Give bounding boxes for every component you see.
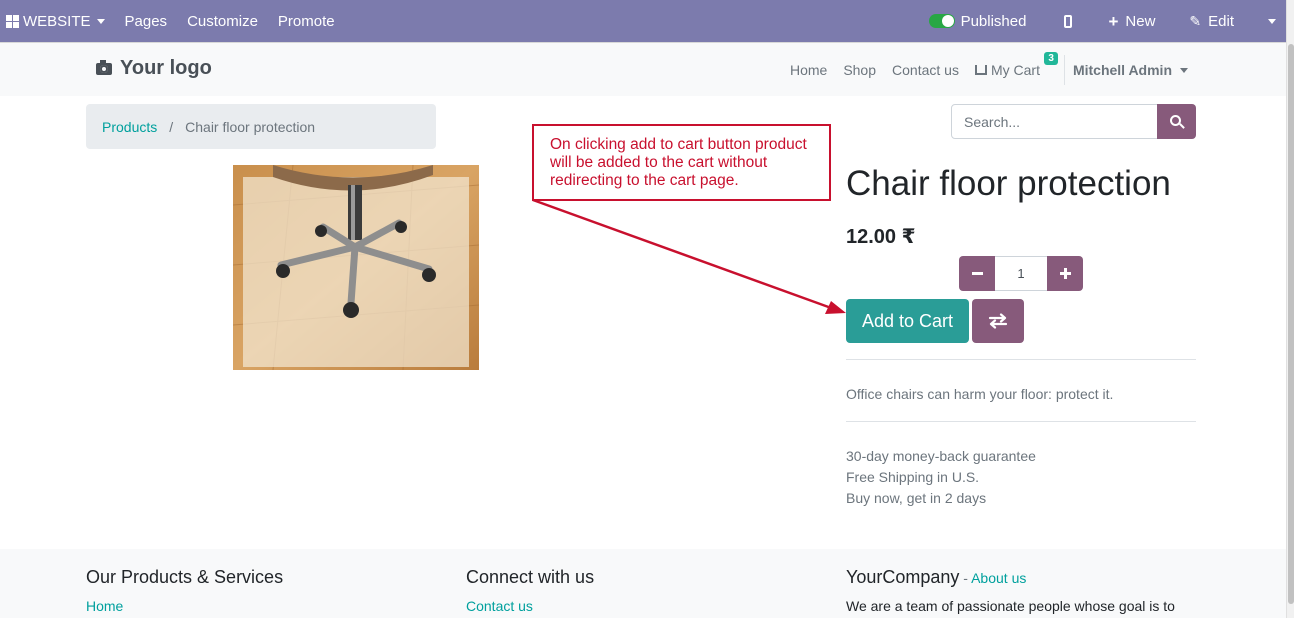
camera-icon [96,59,112,75]
footer-home-link[interactable]: Home [86,598,283,614]
product-description: Office chairs can harm your floor: prote… [846,386,1114,402]
edit-button[interactable]: ✎ Edit [1189,0,1234,42]
product-image [233,165,479,370]
user-menu[interactable]: Mitchell Admin [1073,62,1188,78]
footer-dash: - [963,570,968,586]
cart-label: My Cart [990,62,1040,78]
search-button[interactable] [1157,104,1196,139]
promote-menu[interactable]: Promote [278,0,335,42]
website-menu-label: WEBSITE [23,12,91,30]
nav-my-cart[interactable]: My Cart 3 [974,52,1058,78]
footer-about-link[interactable]: About us [971,570,1026,586]
exchange-icon [988,313,1008,329]
caret-down-icon [1268,18,1276,24]
product-title: Chair floor protection [846,164,1171,203]
pencil-icon: ✎ [1189,12,1202,29]
page-scrollbar[interactable] [1286,0,1294,618]
annotation-line: redirecting to the cart page. [550,172,739,189]
divider [846,421,1196,422]
logo-text: Your logo [120,57,212,79]
website-admin-bar: WEBSITE Pages Customize Promote Publishe… [0,0,1286,42]
footer-products-heading: Our Products & Services [86,567,284,587]
divider [846,359,1196,360]
footer-contact-link[interactable]: Contact us [466,598,594,614]
footer-company-name: YourCompany [846,567,960,587]
admin-right-tools: Published + New ✎ Edit [928,0,1286,42]
nav-home[interactable]: Home [790,62,827,78]
site-header: Your logo Home Shop Contact us My Cart 3… [0,42,1286,96]
search-icon [1170,115,1181,126]
publish-toggle[interactable]: Published [928,0,1027,42]
breadcrumb-products-link[interactable]: Products [102,119,157,135]
customize-menu[interactable]: Customize [187,0,258,42]
breadcrumb-separator: / [169,118,174,135]
published-label: Published [960,12,1027,30]
new-label: New [1125,12,1156,30]
footer-company-column: YourCompany - About us We are a team of … [846,567,1175,614]
plus-icon: + [1108,11,1119,31]
search-input[interactable] [951,104,1158,139]
breadcrumb-current: Chair floor protection [185,118,316,135]
breadcrumb: Products / Chair floor protection [86,104,436,149]
edit-label: Edit [1208,12,1234,30]
plus-icon [1059,268,1071,279]
shipping-line: Free Shipping in U.S. [846,469,980,485]
site-logo[interactable]: Your logo [96,57,212,80]
footer-connect-column: Connect with us Contact us [466,567,594,614]
product-price: 12.00 ₹ [846,226,916,248]
pages-menu[interactable]: Pages [125,0,168,42]
nav-divider [1063,55,1065,85]
website-menu-button[interactable]: WEBSITE [0,0,105,42]
new-button[interactable]: + New [1108,0,1155,42]
footer-products-column: Our Products & Services Home [86,567,283,614]
mobile-preview-icon[interactable] [1064,14,1073,28]
caret-down-icon [1180,67,1188,73]
annotation-line: will be added to the cart without [550,154,768,171]
caret-down-icon [96,18,105,24]
apps-grid-icon [6,14,19,28]
site-footer: Our Products & Services Home Connect wit… [0,549,1286,618]
footer-connect-heading: Connect with us [466,567,595,587]
nav-shop[interactable]: Shop [843,62,876,78]
quantity-increase-button[interactable] [1047,256,1083,291]
toggle-switch-icon[interactable] [928,14,955,28]
delivery-line: Buy now, get in 2 days [846,490,987,506]
footer-company-text: We are a team of passionate people whose… [846,598,1175,614]
compare-button[interactable] [972,299,1024,343]
quantity-input[interactable] [995,256,1047,291]
nav-contact[interactable]: Contact us [892,62,959,78]
more-dropdown[interactable] [1258,0,1286,42]
guarantee-line: 30-day money-back guarantee [846,448,1036,464]
cart-count-badge: 3 [1044,52,1058,65]
user-name: Mitchell Admin [1072,62,1172,78]
main-navigation: Home Shop Contact us My Cart 3 Mitchell … [774,43,1188,97]
annotation-line: On clicking add to cart button product [550,136,807,153]
shopping-cart-icon [974,65,987,75]
annotation-callout: On clicking add to cart button product w… [532,124,831,201]
minus-icon [971,272,983,275]
add-to-cart-button[interactable]: Add to Cart [846,299,969,343]
quantity-decrease-button[interactable] [959,256,995,291]
